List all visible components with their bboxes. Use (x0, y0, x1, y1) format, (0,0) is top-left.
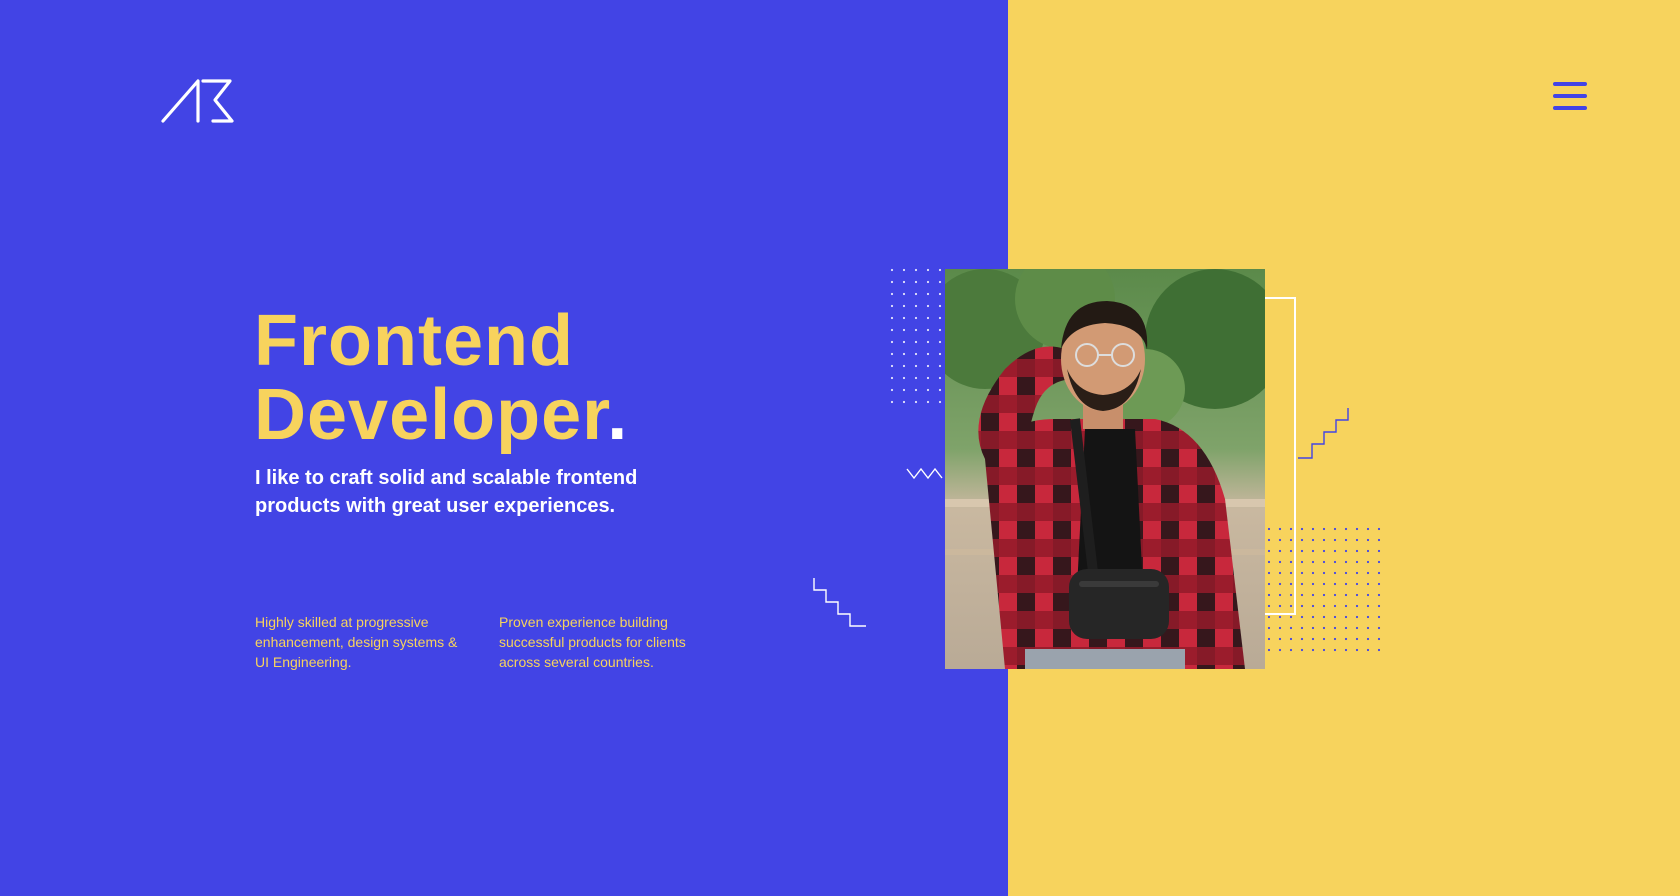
zigzag-decoration (906, 467, 943, 480)
dot-grid-white-decoration (890, 268, 942, 412)
hero-title-line1: Frontend (254, 301, 574, 381)
feature-text-1: Highly skilled at progressive enhancemen… (255, 614, 458, 670)
menu-bar (1553, 94, 1587, 98)
menu-bar (1553, 82, 1587, 86)
stairs-decoration (813, 578, 866, 627)
profile-photo (945, 269, 1265, 669)
hero-title: Frontend Developer. (254, 304, 628, 452)
feature-text-2: Proven experience building successful pr… (499, 614, 686, 670)
hero-subtitle: I like to craft solid and scalable front… (255, 467, 638, 517)
logo[interactable] (160, 78, 236, 124)
hero-title-line2: Developer (254, 375, 608, 455)
stairs-blue-decoration (1298, 408, 1349, 459)
hamburger-menu-icon[interactable] (1553, 82, 1587, 110)
hero-title-dot: . (607, 375, 629, 455)
menu-bar (1553, 106, 1587, 110)
dot-grid-blue-decoration (1266, 526, 1386, 654)
